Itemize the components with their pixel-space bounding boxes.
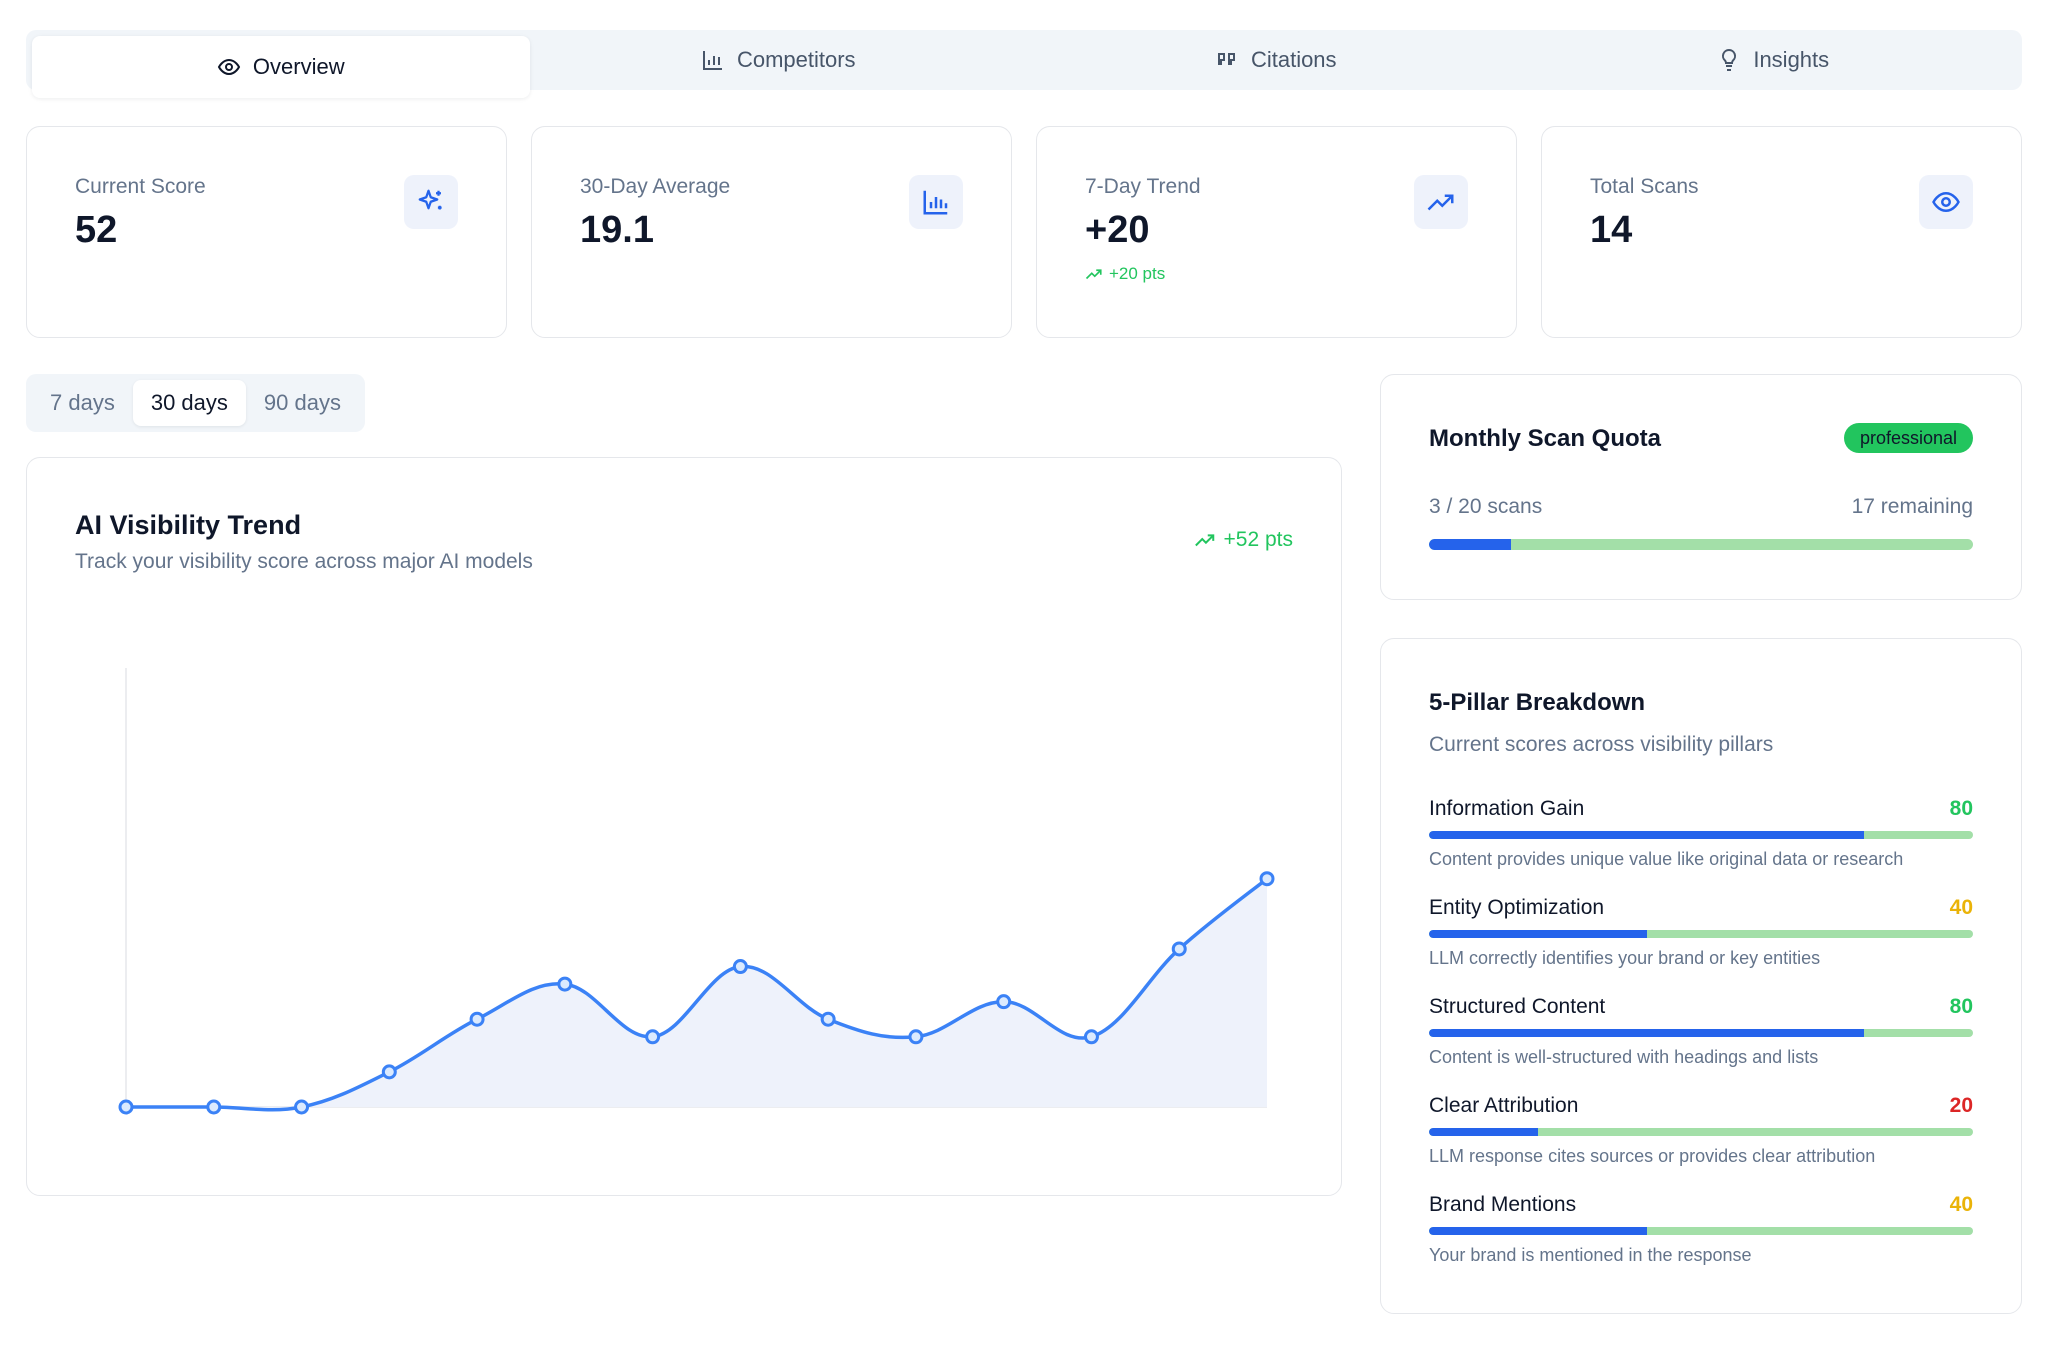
stat-icon-wrap (404, 175, 458, 229)
pillar-score: 20 (1949, 1094, 1973, 1117)
stat-value: 52 (75, 209, 118, 251)
sparkles-icon (418, 189, 442, 210)
trend-point[interactable] (996, 994, 1012, 1010)
quota-remaining: 17 remaining (1851, 495, 1973, 518)
trend-point[interactable] (645, 1029, 661, 1045)
stat-card-current-score: Current Score 52 (26, 126, 507, 338)
range-90-days-button[interactable]: 90 days (246, 380, 359, 426)
trend-point[interactable] (1171, 941, 1187, 957)
plan-badge: professional (1843, 423, 1973, 453)
bar-chart-icon (923, 190, 948, 215)
pillar-title: 5-Pillar Breakdown (1429, 689, 1646, 716)
lightbulb-icon (1722, 48, 1737, 71)
stat-icon-wrap (1919, 175, 1973, 229)
tab-label: Overview (252, 54, 345, 79)
trend-area (126, 878, 1267, 1110)
pillar-description: Content provides unique value like origi… (1429, 849, 1904, 869)
pillar-name: Entity Optimization (1429, 896, 1605, 919)
trending-up-icon (1085, 269, 1102, 280)
trend-point[interactable] (469, 1011, 485, 1027)
quota-used: 3 / 20 scans (1429, 495, 1543, 518)
pillar-progress-bar (1429, 930, 1973, 938)
trend-point[interactable] (1083, 1029, 1099, 1045)
pillar-breakdown-card: 5-Pillar Breakdown Current scores across… (1380, 638, 2022, 1314)
stat-card-total-scans: Total Scans 14 (1541, 126, 2022, 338)
pillar-subtitle: Current scores across visibility pillars (1429, 733, 1774, 756)
quote-icon (1217, 53, 1235, 65)
stats-row: Current Score 52 30-Day Average 19.1 7-D… (26, 126, 2022, 338)
trend-point[interactable] (820, 1011, 836, 1027)
pillar-description: Your brand is mentioned in the response (1429, 1245, 1752, 1265)
pillar-name: Information Gain (1429, 797, 1585, 820)
pillar-progress-fill (1429, 930, 1647, 938)
pillar-progress-fill (1429, 831, 1865, 839)
pillar-description: LLM response cites sources or provides c… (1429, 1146, 1876, 1166)
visibility-trend-card: AI Visibility Trend Track your visibilit… (26, 457, 1342, 1196)
trend-point[interactable] (118, 1099, 134, 1115)
pillar-information-gain: Information Gain 80 Content provides uni… (1429, 797, 1973, 887)
pillar-description: LLM correctly identifies your brand or k… (1429, 948, 1821, 968)
stat-value: +20 (1085, 209, 1150, 251)
tab-citations[interactable]: Citations (1027, 30, 1525, 90)
pillar-brand-mentions: Brand Mentions 40 Your brand is mentione… (1429, 1193, 1973, 1283)
quota-progress-fill (1429, 539, 1511, 550)
pillar-description: Content is well-structured with headings… (1429, 1047, 1819, 1067)
stat-label: Current Score (75, 175, 206, 198)
stat-sub-text: +20 pts (1109, 264, 1166, 283)
pillar-progress-fill (1429, 1227, 1647, 1235)
pillar-score: 40 (1949, 896, 1973, 919)
trend-point[interactable] (381, 1064, 397, 1080)
scan-quota-card: Monthly Scan Quota professional 3 / 20 s… (1380, 374, 2022, 600)
stat-icon-wrap (1414, 175, 1468, 229)
stat-value: 14 (1590, 209, 1633, 251)
eye-icon (1932, 191, 1960, 213)
stat-label: Total Scans (1590, 175, 1699, 198)
tab-bar: Overview Competitors Citations Insights (26, 30, 2023, 98)
trend-chart (118, 668, 1275, 1115)
pillar-score: 40 (1949, 1193, 1973, 1216)
pillar-name: Brand Mentions (1429, 1193, 1577, 1216)
range-selector: 7 days 30 days 90 days (26, 374, 365, 432)
pillar-entity-optimization: Entity Optimization 40 LLM correctly ide… (1429, 896, 1973, 986)
tab-insights[interactable]: Insights (1525, 30, 2023, 90)
stat-card-7-day-trend: 7-Day Trend +20 +20 pts (1036, 126, 1517, 338)
range-30-days-button[interactable]: 30 days (132, 380, 246, 426)
pillar-progress-fill (1429, 1029, 1865, 1037)
bar-chart-icon (702, 51, 722, 70)
trend-point[interactable] (908, 1029, 924, 1045)
pillar-structured-content: Structured Content 80 Content is well-st… (1429, 995, 1973, 1085)
tab-label: Citations (1250, 47, 1337, 72)
trend-point[interactable] (732, 959, 748, 975)
tab-competitors[interactable]: Competitors (530, 30, 1028, 90)
pillar-name: Clear Attribution (1429, 1094, 1579, 1117)
tab-overview[interactable]: Overview (32, 36, 530, 98)
stat-card-30-day-average: 30-Day Average 19.1 (531, 126, 1012, 338)
pillar-score: 80 (1949, 797, 1973, 820)
pillar-progress-fill (1429, 1128, 1538, 1136)
trend-point[interactable] (206, 1099, 222, 1115)
quota-title: Monthly Scan Quota (1429, 425, 1662, 452)
pillar-score: 80 (1949, 995, 1973, 1018)
pillar-clear-attribution: Clear Attribution 20 LLM response cites … (1429, 1094, 1973, 1184)
pillar-progress-bar (1429, 1128, 1973, 1136)
stat-sub: +20 pts (1085, 264, 1468, 284)
pillar-name: Structured Content (1429, 995, 1606, 1018)
stat-label: 30-Day Average (580, 175, 731, 198)
stat-icon-wrap (909, 175, 963, 229)
eye-icon (217, 58, 241, 76)
trend-point[interactable] (294, 1099, 310, 1115)
pillar-progress-bar (1429, 1029, 1973, 1037)
tab-label: Insights (1753, 47, 1830, 72)
pillar-progress-bar (1429, 831, 1973, 839)
stat-value: 19.1 (580, 209, 654, 251)
trend-point[interactable] (557, 976, 573, 992)
tab-label: Competitors (736, 47, 856, 72)
stat-label: 7-Day Trend (1085, 175, 1201, 198)
pillar-progress-bar (1429, 1227, 1973, 1235)
trend-point[interactable] (1259, 871, 1275, 887)
trending-up-icon (1427, 194, 1454, 211)
quota-progress-bar (1429, 539, 1973, 550)
range-7-days-button[interactable]: 7 days (32, 380, 133, 426)
